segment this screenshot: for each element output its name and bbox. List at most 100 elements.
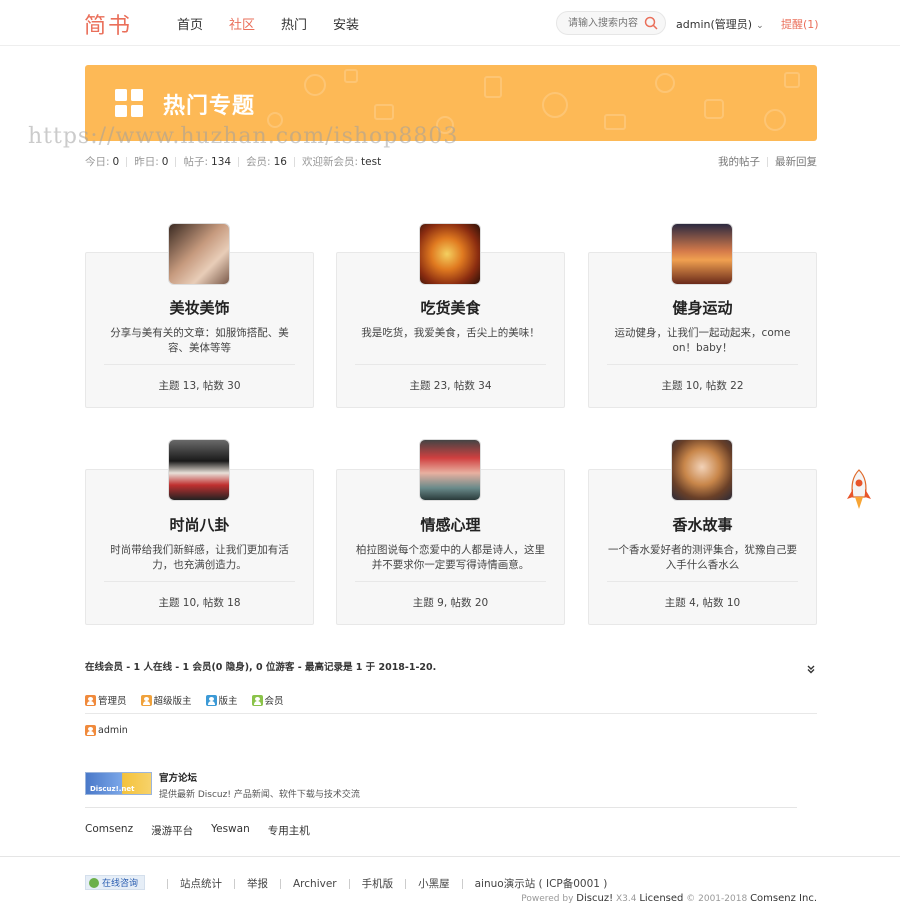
topic-desc: 柏拉图说每个恋爱中的人都是诗人，这里并不要求你一定要写得诗情画意。 bbox=[356, 544, 545, 571]
topic-desc: 一个香水爱好者的测评集合，犹豫自己要入手什么香水么 bbox=[608, 544, 797, 571]
footer-link-icp[interactable]: ainuo演示站 ( ICP备0001 ) bbox=[475, 876, 608, 891]
divider bbox=[280, 878, 281, 889]
stat-posts: 帖子: 134 bbox=[183, 155, 232, 169]
legend-super-mod: 超级版主 bbox=[140, 693, 192, 707]
back-to-top-rocket-icon[interactable] bbox=[846, 469, 872, 511]
topic-title[interactable]: 时尚八卦 bbox=[86, 514, 313, 535]
friend-links: Comsenz 漫游平台 Yeswan 专用主机 bbox=[85, 823, 328, 838]
topic-meta: 主题 10, 帖数 18 bbox=[158, 597, 241, 609]
admin-user-icon bbox=[85, 725, 96, 736]
search-icon[interactable] bbox=[644, 16, 658, 30]
stat-members: 会员: 16 bbox=[246, 155, 287, 169]
friend-link[interactable]: Yeswan bbox=[211, 823, 250, 838]
my-posts-link[interactable]: 我的帖子 bbox=[718, 154, 760, 169]
friend-link[interactable]: Comsenz bbox=[85, 823, 133, 838]
forum-stats: 今日: 0 昨日: 0 帖子: 134 会员: 16 欢迎新会员: test bbox=[85, 154, 381, 169]
topic-avatar-food[interactable] bbox=[419, 223, 481, 285]
divider bbox=[607, 364, 798, 365]
divider bbox=[607, 581, 798, 582]
mod-user-icon bbox=[205, 694, 217, 706]
legend-member: 会员 bbox=[251, 693, 284, 707]
topic-avatar-perfume[interactable] bbox=[671, 439, 733, 501]
topic-title[interactable]: 情感心理 bbox=[337, 514, 564, 535]
topic-avatar-fitness[interactable] bbox=[671, 223, 733, 285]
topic-meta: 主题 13, 帖数 30 bbox=[158, 380, 241, 392]
online-member-name[interactable]: admin bbox=[98, 725, 128, 736]
member-legend: 管理员 超级版主 版主 会员 bbox=[85, 693, 298, 707]
topic-title[interactable]: 美妆美饰 bbox=[86, 297, 313, 318]
latest-replies-link[interactable]: 最新回复 bbox=[775, 154, 817, 169]
super-mod-user-icon bbox=[140, 694, 152, 706]
user-menu[interactable]: admin(管理员) ⌄ bbox=[676, 16, 764, 32]
divider bbox=[85, 807, 797, 808]
remind-link[interactable]: 提醒(1) bbox=[781, 16, 819, 32]
divider bbox=[238, 156, 240, 167]
member-user-icon bbox=[251, 694, 263, 706]
topic-avatar-emotion[interactable] bbox=[419, 439, 481, 501]
divider bbox=[355, 581, 546, 582]
topic-title[interactable]: 健身运动 bbox=[589, 297, 816, 318]
official-forum-name[interactable]: 官方论坛 bbox=[159, 770, 197, 784]
divider bbox=[126, 156, 128, 167]
top-header: 简书 首页 社区 热门 安装 admin(管理员)⌄ 提醒(1) bbox=[0, 0, 900, 46]
quick-links: 我的帖子 最新回复 bbox=[718, 154, 817, 169]
divider bbox=[175, 156, 177, 167]
footer-link-archiver[interactable]: Archiver bbox=[293, 878, 337, 890]
chevron-down-icon: ⌄ bbox=[756, 21, 764, 31]
nav-community[interactable]: 社区 bbox=[229, 14, 255, 33]
legend-admin: 管理员 bbox=[85, 693, 127, 707]
topic-desc: 我是吃货，我爱美食，舌尖上的美味！ bbox=[361, 327, 540, 339]
topic-desc: 时尚带给我们新鲜感，让我们更加有活力，也充满创造力。 bbox=[110, 544, 289, 571]
comsenz-link[interactable]: Comsenz Inc. bbox=[750, 893, 817, 904]
nav-hot[interactable]: 热门 bbox=[281, 14, 307, 33]
site-logo[interactable]: 简书 bbox=[84, 8, 132, 40]
collapse-chevron-icon[interactable] bbox=[806, 664, 816, 674]
topic-desc: 分享与美有关的文章：如服饰搭配、美容、美体等等 bbox=[110, 327, 289, 354]
admin-user-icon bbox=[85, 694, 96, 706]
topic-title[interactable]: 香水故事 bbox=[589, 514, 816, 535]
footer-link-blackroom[interactable]: 小黑屋 bbox=[418, 876, 450, 891]
topic-meta: 主题 23, 帖数 34 bbox=[409, 380, 492, 392]
search-input[interactable] bbox=[568, 12, 646, 34]
online-consult-button[interactable]: 在线咨询 bbox=[85, 875, 145, 890]
stat-yesterday: 昨日: 0 bbox=[134, 155, 169, 169]
footer-link-report[interactable]: 举报 bbox=[247, 876, 268, 891]
chat-icon bbox=[89, 877, 99, 888]
banner-title: 热门专题 bbox=[163, 94, 256, 119]
footer-link-mobile[interactable]: 手机版 bbox=[362, 876, 394, 891]
licensed-link[interactable]: Licensed bbox=[639, 893, 683, 904]
nav-install[interactable]: 安装 bbox=[333, 14, 359, 33]
topic-meta: 主题 9, 帖数 20 bbox=[412, 597, 489, 609]
friend-link[interactable]: 专用主机 bbox=[268, 823, 310, 838]
legend-mod: 版主 bbox=[205, 693, 238, 707]
topic-avatar-fashion[interactable] bbox=[168, 439, 230, 501]
topic-desc: 运动健身，让我们一起动起来，come on！baby！ bbox=[614, 327, 791, 354]
footer-link-stats[interactable]: 站点统计 bbox=[180, 876, 222, 891]
divider bbox=[104, 364, 295, 365]
friend-link[interactable]: 漫游平台 bbox=[151, 823, 193, 838]
topic-meta: 主题 10, 帖数 22 bbox=[661, 380, 744, 392]
main-nav: 首页 社区 热门 安装 bbox=[177, 14, 385, 33]
divider bbox=[167, 878, 168, 889]
discuz-brand-link[interactable]: Discuz! bbox=[576, 893, 613, 904]
search-box bbox=[556, 11, 666, 35]
stat-today: 今日: 0 bbox=[85, 155, 120, 169]
footer-divider bbox=[0, 856, 900, 857]
divider bbox=[234, 878, 235, 889]
grid-icon bbox=[115, 89, 143, 117]
discuz-logo[interactable]: Discuz!.net bbox=[85, 772, 152, 795]
footer-links: 站点统计 举报 Archiver 手机版 小黑屋 ainuo演示站 ( ICP备… bbox=[155, 876, 607, 891]
stat-new-member: 欢迎新会员: test bbox=[301, 155, 382, 169]
online-member[interactable]: admin bbox=[85, 725, 128, 736]
divider bbox=[348, 878, 350, 889]
divider bbox=[104, 581, 295, 582]
divider bbox=[85, 713, 817, 714]
divider bbox=[405, 878, 407, 889]
divider bbox=[767, 156, 768, 167]
topic-avatar-makeup[interactable] bbox=[168, 223, 230, 285]
user-name: admin(管理员) bbox=[676, 18, 753, 31]
online-summary: 在线会员 - 1 人在线 - 1 会员(0 隐身), 0 位游客 - 最高记录是… bbox=[85, 662, 437, 673]
topic-title[interactable]: 吃货美食 bbox=[337, 297, 564, 318]
nav-home[interactable]: 首页 bbox=[177, 14, 203, 33]
divider bbox=[355, 364, 546, 365]
